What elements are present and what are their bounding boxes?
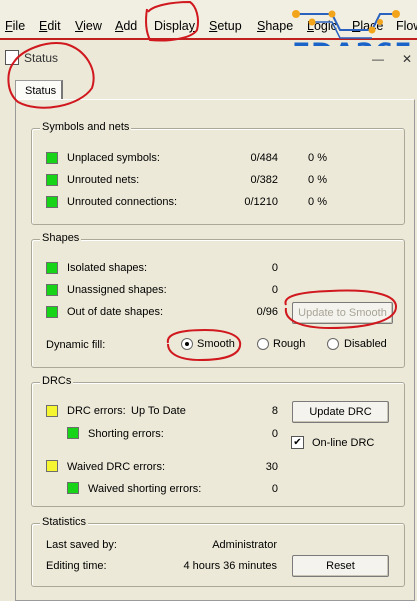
status-indicator-out-of-date-shapes (46, 306, 58, 318)
drc-state-text: Up To Date (131, 405, 186, 417)
checkbox-online-drc[interactable]: ✔ (291, 436, 304, 449)
value-drc-errors: 8 (271, 405, 278, 417)
status-indicator-waived-shorting (67, 482, 79, 494)
group-title-shapes: Shapes (40, 232, 82, 244)
label-unrouted-connections: Unrouted connections: (67, 196, 178, 208)
status-indicator-unrouted-connections (46, 196, 58, 208)
menu-flow[interactable]: Flow (396, 19, 417, 33)
value-shorting-errors: 0 (271, 428, 278, 440)
label-isolated-shapes: Isolated shapes: (67, 262, 148, 274)
update-to-smooth-button[interactable]: Update to Smooth (292, 302, 393, 324)
update-drc-button[interactable]: Update DRC (292, 401, 389, 423)
radio-fill-rough[interactable] (257, 338, 269, 350)
label-drc-errors: DRC errors: (67, 405, 126, 417)
menu-shape[interactable]: Shape (257, 19, 293, 33)
group-title-statistics: Statistics (40, 516, 89, 528)
window-titlebar (0, 46, 417, 68)
reset-button[interactable]: Reset (292, 555, 389, 577)
label-dynamic-fill: Dynamic fill: (46, 339, 106, 351)
menu-file[interactable]: File (5, 19, 25, 33)
window-icon (5, 50, 19, 65)
minimize-icon[interactable]: — (372, 52, 384, 66)
label-waived-drc-errors: Waived DRC errors: (67, 461, 165, 473)
label-fill-rough: Rough (273, 338, 306, 350)
label-fill-disabled: Disabled (344, 338, 387, 350)
group-title-drcs: DRCs (40, 375, 74, 387)
menu-place[interactable]: Place (352, 19, 383, 33)
radio-fill-smooth[interactable] (181, 338, 193, 350)
percent-unrouted-connections: 0 % (308, 196, 327, 208)
menu-setup[interactable]: Setup (209, 19, 242, 33)
value-editing-time: 4 hours 36 minutes (183, 560, 277, 572)
menu-display[interactable]: Display (154, 19, 195, 33)
value-unrouted-connections: 0/1210 (244, 196, 278, 208)
close-icon[interactable]: ✕ (402, 52, 412, 66)
menu-edit[interactable]: Edit (39, 19, 61, 33)
label-fill-smooth: Smooth (197, 338, 235, 350)
label-last-saved: Last saved by: (46, 539, 117, 551)
status-indicator-unrouted-nets (46, 174, 58, 186)
status-indicator-unassigned-shapes (46, 284, 58, 296)
tab-status[interactable]: Status (15, 80, 63, 101)
label-editing-time: Editing time: (46, 560, 107, 572)
value-last-saved: Administrator (212, 539, 277, 551)
menu-bar: File Edit View Add Display Setup Shape L… (0, 0, 417, 40)
status-indicator-drc-errors (46, 405, 58, 417)
label-unassigned-shapes: Unassigned shapes: (67, 284, 167, 296)
status-indicator-waived-drc (46, 460, 58, 472)
percent-unrouted-nets: 0 % (308, 174, 327, 186)
value-unplaced-symbols: 0/484 (250, 152, 278, 164)
window-title: Status (24, 51, 59, 65)
value-out-of-date-shapes: 0/96 (256, 306, 278, 318)
status-indicator-shorting-errors (67, 427, 79, 439)
group-title-symbols-nets: Symbols and nets (40, 121, 132, 133)
menu-logic[interactable]: Logic (307, 19, 337, 33)
label-online-drc: On-line DRC (312, 437, 375, 449)
value-isolated-shapes: 0 (271, 262, 278, 274)
value-waived-shorting-errors: 0 (271, 483, 278, 495)
status-indicator-unplaced (46, 152, 58, 164)
radio-fill-disabled[interactable] (327, 338, 339, 350)
menu-add[interactable]: Add (115, 19, 137, 33)
percent-unplaced-symbols: 0 % (308, 152, 327, 164)
label-unrouted-nets: Unrouted nets: (67, 174, 140, 186)
label-out-of-date-shapes: Out of date shapes: (67, 306, 164, 318)
tab-status-label: Status (25, 85, 57, 97)
value-unassigned-shapes: 0 (271, 284, 278, 296)
value-unrouted-nets: 0/382 (250, 174, 278, 186)
status-indicator-isolated-shapes (46, 262, 58, 274)
value-waived-drc-errors: 30 (265, 461, 278, 473)
label-waived-shorting-errors: Waived shorting errors: (88, 483, 202, 495)
label-shorting-errors: Shorting errors: (88, 428, 164, 440)
menu-view[interactable]: View (75, 19, 102, 33)
label-unplaced-symbols: Unplaced symbols: (67, 152, 160, 164)
